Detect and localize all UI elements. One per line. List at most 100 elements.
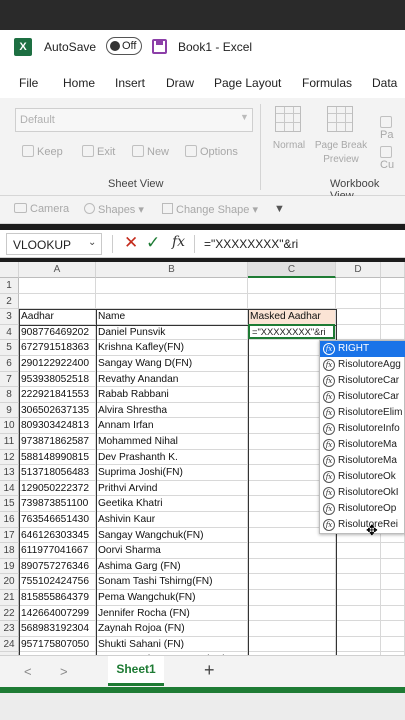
aadhar-cell[interactable]: 290122922400 xyxy=(19,356,96,372)
sheet-tab-sheet1[interactable]: Sheet1 xyxy=(108,656,164,686)
row-header[interactable]: 1 xyxy=(0,278,19,294)
name-cell[interactable]: Sangay Wang D(FN) xyxy=(96,356,248,372)
row-header[interactable]: 3 xyxy=(0,309,19,325)
empty-cell[interactable] xyxy=(336,558,381,575)
autocomplete-item[interactable]: fx RisolutoreAgg xyxy=(320,357,405,373)
enter-check-icon[interactable]: ✓ xyxy=(146,233,160,253)
empty-cell[interactable] xyxy=(381,558,405,575)
autocomplete-item[interactable]: fx RisolutoreCar xyxy=(320,389,405,405)
aadhar-cell[interactable]: 306502637135 xyxy=(19,402,96,419)
name-cell[interactable]: Suprima Joshi(FN) xyxy=(96,465,248,481)
name-cell[interactable]: Daniel Punsvik xyxy=(96,324,248,341)
autocomplete-item[interactable]: fx RisolutoreOp xyxy=(320,501,405,517)
empty-cell[interactable] xyxy=(381,621,405,637)
menu-page-layout[interactable]: Page Layout xyxy=(214,76,281,90)
autocomplete-item[interactable]: fx RisolutoreMa xyxy=(320,453,405,469)
autocomplete-item[interactable]: fx RIGHT xyxy=(320,341,405,357)
row-header[interactable]: 18 xyxy=(0,543,19,559)
row-header[interactable]: 10 xyxy=(0,418,19,434)
autocomplete-item[interactable]: fx RisolutoreElim xyxy=(320,405,405,421)
name-cell[interactable]: Ashivin Kaur xyxy=(96,512,248,528)
name-cell[interactable]: Alvira Shrestha xyxy=(96,402,248,419)
row-header[interactable]: 23 xyxy=(0,621,19,637)
empty-cell[interactable] xyxy=(336,309,381,325)
aadhar-cell[interactable]: 222921841553 xyxy=(19,387,96,403)
empty-cell[interactable] xyxy=(336,590,381,606)
row-header[interactable]: 15 xyxy=(0,496,19,512)
menu-insert[interactable]: Insert xyxy=(115,76,145,90)
row-header[interactable]: 2 xyxy=(0,293,19,310)
name-cell[interactable]: Mohammed Nihal xyxy=(96,434,248,450)
autocomplete-item[interactable]: fx RisolutoreOkI xyxy=(320,485,405,501)
empty-cell[interactable] xyxy=(336,574,381,590)
empty-cell[interactable] xyxy=(248,278,336,294)
empty-cell[interactable] xyxy=(381,543,405,559)
empty-cell[interactable] xyxy=(336,543,381,559)
row-header[interactable]: 17 xyxy=(0,527,19,544)
masked-aadhar-cell[interactable] xyxy=(248,558,336,575)
aadhar-cell[interactable]: 890757276346 xyxy=(19,558,96,575)
column-header-a[interactable]: A xyxy=(19,262,96,278)
aadhar-cell[interactable]: 739873851100 xyxy=(19,496,96,512)
autocomplete-item[interactable]: fx RisolutoreCar xyxy=(320,373,405,389)
empty-cell[interactable] xyxy=(381,293,405,310)
autocomplete-item[interactable]: fx RisolutoreMa xyxy=(320,437,405,453)
row-header[interactable]: 9 xyxy=(0,402,19,419)
formula-input[interactable]: ="XXXXXXXX"&ri xyxy=(204,237,298,251)
row-header[interactable]: 7 xyxy=(0,371,19,388)
cancel-icon[interactable]: ✕ xyxy=(124,233,138,253)
new-button[interactable]: New xyxy=(132,145,169,158)
empty-cell[interactable] xyxy=(336,621,381,637)
column-header-c[interactable]: C xyxy=(248,262,336,278)
empty-cell[interactable] xyxy=(381,590,405,606)
name-cell[interactable]: Ashima Garg (FN) xyxy=(96,558,248,575)
aadhar-cell[interactable]: 763546651430 xyxy=(19,512,96,528)
autocomplete-item[interactable]: fx RisolutoreInfo xyxy=(320,421,405,437)
empty-cell[interactable] xyxy=(336,324,381,341)
name-cell[interactable]: Krishna Kafley(FN) xyxy=(96,340,248,356)
aadhar-cell[interactable]: 809303424813 xyxy=(19,418,96,434)
row-header[interactable]: 8 xyxy=(0,387,19,403)
row-header[interactable]: 6 xyxy=(0,356,19,372)
menu-data[interactable]: Data xyxy=(372,76,397,90)
masked-aadhar-cell[interactable] xyxy=(248,605,336,622)
masked-aadhar-cell[interactable] xyxy=(248,574,336,590)
aadhar-cell[interactable]: 611977041667 xyxy=(19,543,96,559)
column-header-e[interactable] xyxy=(381,262,405,278)
add-sheet-button[interactable]: + xyxy=(204,660,215,681)
row-header[interactable]: 5 xyxy=(0,340,19,356)
row-header[interactable]: 4 xyxy=(0,324,19,341)
chevron-down-icon[interactable]: ⌄ xyxy=(88,237,96,248)
masked-aadhar-cell[interactable] xyxy=(248,636,336,653)
empty-cell[interactable] xyxy=(381,574,405,590)
aadhar-cell[interactable]: 142664007299 xyxy=(19,605,96,622)
chevron-right-icon[interactable]: > xyxy=(60,664,68,679)
empty-cell[interactable] xyxy=(19,293,96,310)
name-cell[interactable]: Shukti Sahani (FN) xyxy=(96,636,248,653)
exit-button[interactable]: Exit xyxy=(82,145,115,158)
menu-draw[interactable]: Draw xyxy=(166,76,194,90)
aadhar-cell[interactable]: 568983192304 xyxy=(19,621,96,637)
row-header[interactable]: 12 xyxy=(0,449,19,466)
customize-qat-icon[interactable]: ▼ xyxy=(274,203,285,215)
empty-cell[interactable] xyxy=(381,324,405,341)
empty-cell[interactable] xyxy=(248,293,336,310)
row-header[interactable]: 11 xyxy=(0,434,19,450)
menu-file[interactable]: File xyxy=(19,76,38,90)
name-cell[interactable]: Revathy Anandan xyxy=(96,371,248,388)
header-cell-masked-aadhar[interactable]: Masked Aadhar xyxy=(248,309,336,325)
empty-cell[interactable] xyxy=(336,605,381,622)
chevron-left-icon[interactable]: < xyxy=(24,664,32,679)
empty-cell[interactable] xyxy=(336,636,381,653)
empty-cell[interactable] xyxy=(381,309,405,325)
row-header[interactable]: 16 xyxy=(0,512,19,528)
column-header-d[interactable]: D xyxy=(336,262,381,278)
name-cell[interactable]: Geetika Khatri xyxy=(96,496,248,512)
row-header[interactable]: 24 xyxy=(0,636,19,653)
masked-aadhar-cell[interactable] xyxy=(248,590,336,606)
aadhar-cell[interactable]: 588148990815 xyxy=(19,449,96,466)
insert-function-icon[interactable]: fx xyxy=(172,234,185,250)
empty-cell[interactable] xyxy=(96,278,248,294)
empty-cell[interactable] xyxy=(336,293,381,310)
header-cell-aadhar[interactable]: Aadhar xyxy=(19,309,96,325)
